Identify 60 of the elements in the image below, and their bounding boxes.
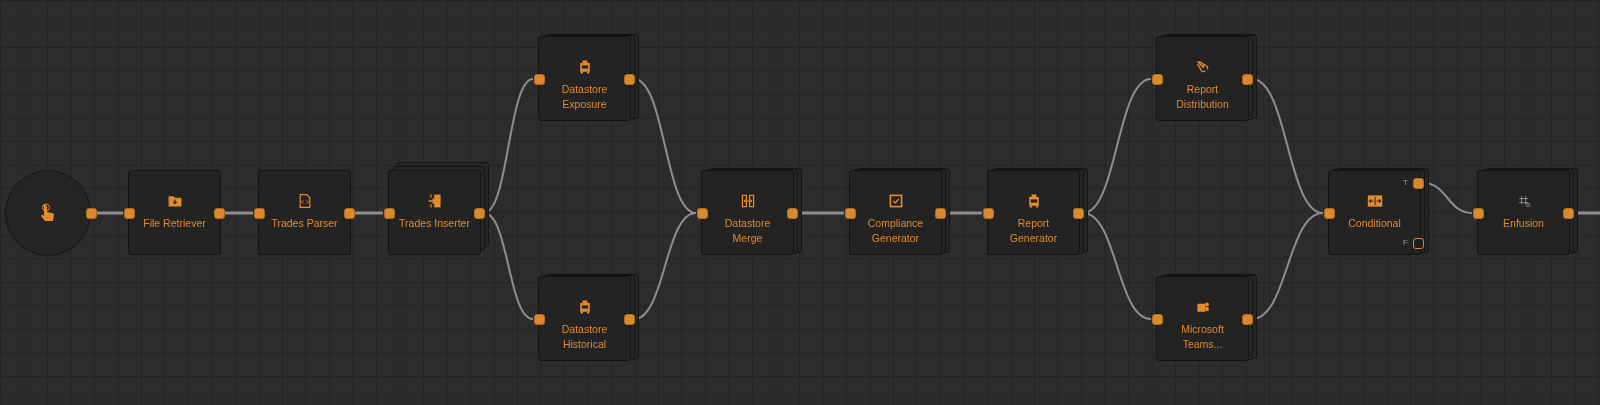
folder-download-icon <box>166 193 183 209</box>
port[interactable] <box>1242 74 1253 85</box>
task-node[interactable]: Report Generator <box>987 170 1080 255</box>
port[interactable] <box>624 74 635 85</box>
connector <box>96 211 123 215</box>
port[interactable] <box>935 208 946 219</box>
node-label: Microsoft Teams... <box>1181 322 1224 352</box>
task-node[interactable]: Trades Parser <box>258 170 351 255</box>
port[interactable] <box>1152 314 1163 325</box>
arrows-icon <box>1194 59 1211 75</box>
split-arrows-icon <box>1366 193 1383 209</box>
task-node[interactable]: Trades Inserter <box>388 170 481 255</box>
door-enter-icon <box>426 193 443 209</box>
port[interactable] <box>474 208 485 219</box>
port[interactable] <box>1413 238 1424 249</box>
port[interactable] <box>254 208 265 219</box>
task-node[interactable]: Datastore Merge <box>701 170 794 255</box>
task-node[interactable]: File Retriever <box>128 170 221 255</box>
port[interactable] <box>1073 208 1084 219</box>
port[interactable] <box>1242 314 1253 325</box>
node-label: Enfusion <box>1503 216 1544 231</box>
port[interactable] <box>787 208 798 219</box>
port[interactable] <box>1152 74 1163 85</box>
node-label: Compliance Generator <box>867 216 924 246</box>
port[interactable] <box>534 314 545 325</box>
port[interactable] <box>1413 178 1424 189</box>
task-node[interactable]: Datastore Exposure <box>538 36 631 121</box>
task-node[interactable]: Datastore Historical <box>538 276 631 361</box>
port[interactable] <box>983 208 994 219</box>
port[interactable] <box>1324 208 1335 219</box>
connector <box>224 211 253 215</box>
task-node[interactable]: Enfusion <box>1477 170 1570 255</box>
port[interactable] <box>214 208 225 219</box>
node-label: Trades Parser <box>271 216 338 231</box>
port[interactable] <box>1563 208 1574 219</box>
node-label: Datastore Merge <box>724 216 771 246</box>
port[interactable] <box>1473 208 1484 219</box>
node-label: Datastore Exposure <box>561 82 608 112</box>
node-label: File Retriever <box>143 216 206 231</box>
port-label: F <box>1403 238 1408 248</box>
node-label: Datastore Historical <box>561 322 608 352</box>
port[interactable] <box>697 208 708 219</box>
node-label: Report Generator <box>1009 216 1058 246</box>
port[interactable] <box>86 208 97 219</box>
task-node[interactable]: Compliance Generator <box>849 170 942 255</box>
task-node[interactable]: Report Distribution <box>1156 36 1249 121</box>
task-node[interactable]: Microsoft Teams... <box>1156 276 1249 361</box>
port[interactable] <box>344 208 355 219</box>
port[interactable] <box>845 208 856 219</box>
port[interactable] <box>624 314 635 325</box>
port-label: T <box>1403 178 1408 188</box>
merge-icon <box>739 193 756 209</box>
node-label: Report Distribution <box>1176 82 1229 112</box>
connector <box>354 211 383 215</box>
node-label: Conditional <box>1348 216 1401 231</box>
port[interactable] <box>384 208 395 219</box>
checkbox-icon <box>887 193 904 209</box>
port[interactable] <box>124 208 135 219</box>
port[interactable] <box>534 74 545 85</box>
node-label: Trades Inserter <box>399 216 470 231</box>
